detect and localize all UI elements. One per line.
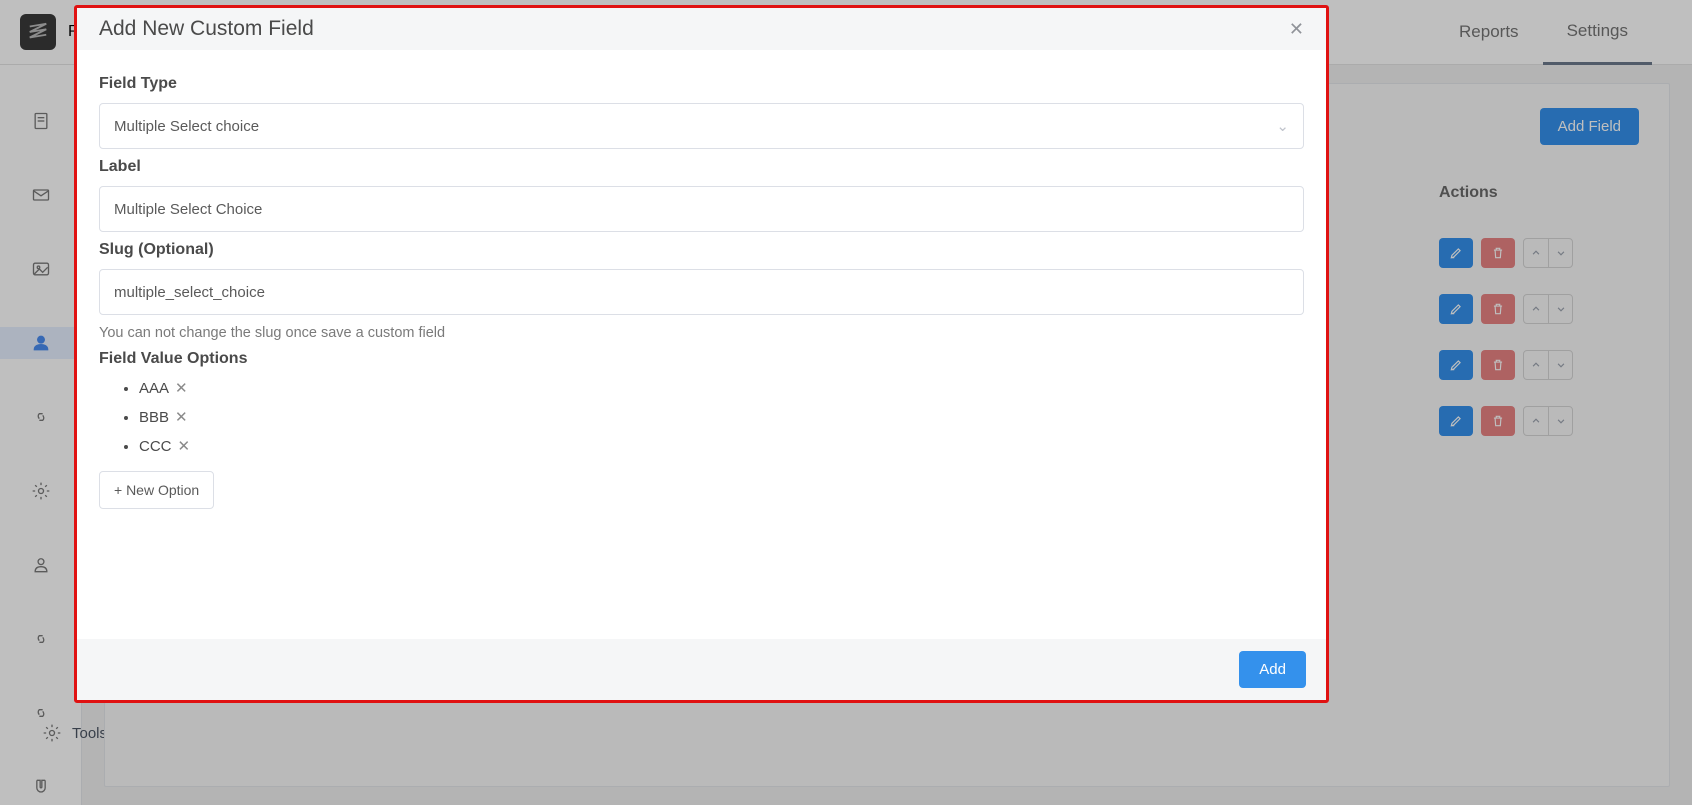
options-list: AAA✕ BBB✕ CCC✕ bbox=[99, 379, 1304, 455]
modal-title: Add New Custom Field bbox=[99, 17, 314, 41]
option-item: CCC✕ bbox=[139, 437, 1304, 455]
add-button[interactable]: Add bbox=[1239, 651, 1306, 688]
modal-footer: Add bbox=[77, 639, 1326, 700]
new-option-button[interactable]: + New Option bbox=[99, 471, 214, 509]
slug-help-text: You can not change the slug once save a … bbox=[99, 325, 1304, 341]
chevron-down-icon: ⌄ bbox=[1276, 117, 1289, 135]
field-type-select[interactable]: Multiple Select choice ⌄ bbox=[99, 103, 1304, 149]
slug-input[interactable] bbox=[99, 269, 1304, 315]
option-item: AAA✕ bbox=[139, 379, 1304, 397]
remove-option-icon[interactable]: ✕ bbox=[175, 380, 188, 397]
option-item: BBB✕ bbox=[139, 408, 1304, 426]
remove-option-icon[interactable]: ✕ bbox=[175, 409, 188, 426]
field-type-label: Field Type bbox=[99, 75, 1304, 93]
slug-field-label: Slug (Optional) bbox=[99, 241, 1304, 259]
modal-overlay[interactable]: Add New Custom Field ✕ Field Type Multip… bbox=[0, 0, 1692, 805]
remove-option-icon[interactable]: ✕ bbox=[178, 438, 191, 455]
field-type-value: Multiple Select choice bbox=[114, 118, 259, 135]
options-field-label: Field Value Options bbox=[99, 350, 1304, 368]
label-field-label: Label bbox=[99, 158, 1304, 176]
label-input[interactable] bbox=[99, 186, 1304, 232]
add-custom-field-modal: Add New Custom Field ✕ Field Type Multip… bbox=[74, 5, 1329, 703]
close-icon[interactable]: ✕ bbox=[1289, 19, 1304, 40]
modal-header: Add New Custom Field ✕ bbox=[77, 8, 1326, 50]
